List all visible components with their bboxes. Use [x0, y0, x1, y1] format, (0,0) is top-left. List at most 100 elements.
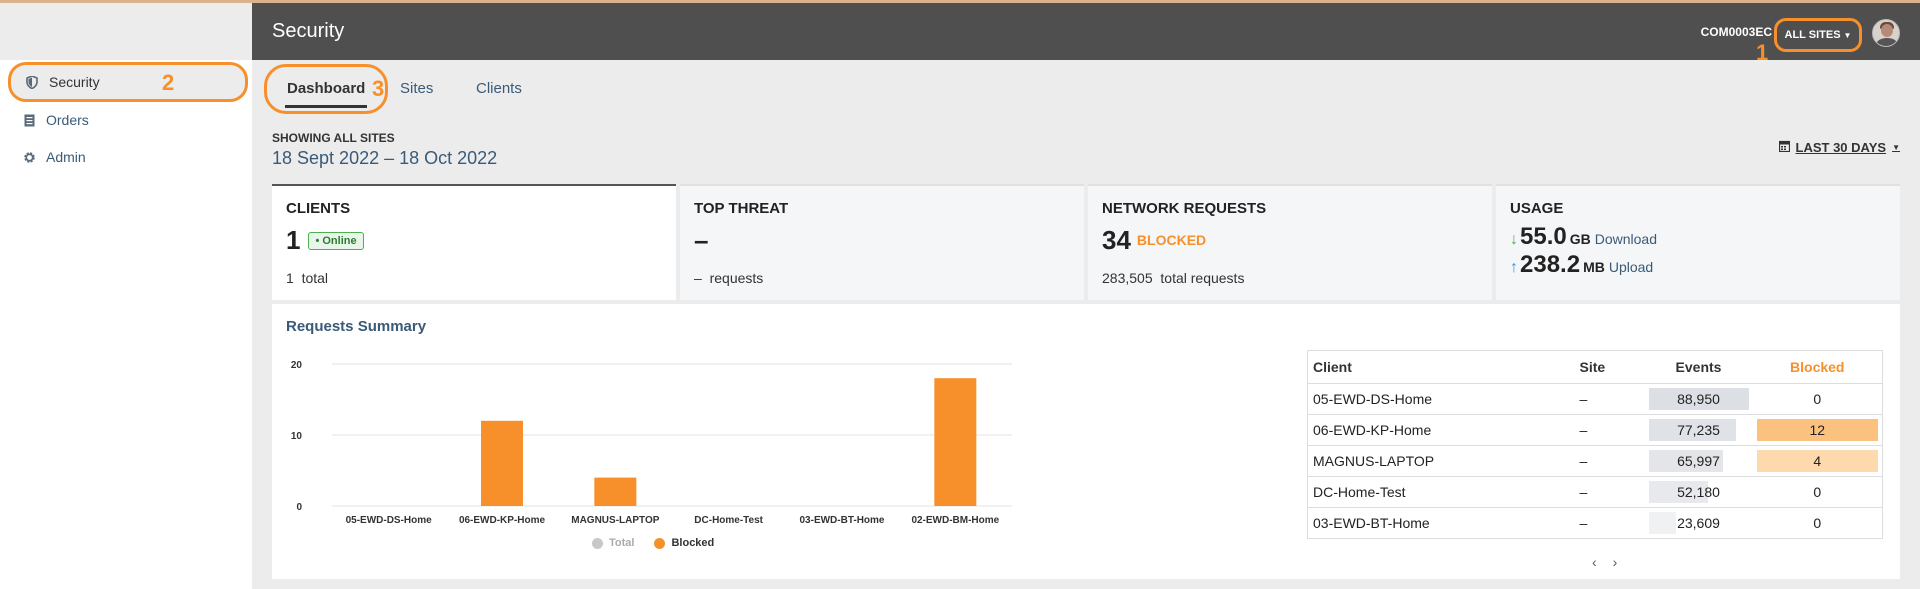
cell-blocked: 0 — [1752, 476, 1883, 508]
column-header-blocked[interactable]: Blocked — [1752, 350, 1883, 384]
y-tick-label: 0 — [296, 502, 302, 513]
site-selector-label: ALL SITES — [1784, 29, 1841, 41]
upload-label: Upload — [1608, 259, 1654, 275]
cell-events: 88,950 — [1644, 383, 1753, 415]
card-sub: 283,505 total requests — [1102, 270, 1245, 286]
card-sub: – requests — [694, 270, 764, 286]
sidebar-item-orders[interactable]: Orders — [8, 100, 248, 140]
table-row[interactable]: 03-EWD-BT-Home –23,609 0 — [1307, 507, 1883, 539]
cell-blocked: 4 — [1752, 445, 1883, 477]
gear-icon — [22, 150, 36, 164]
column-header-site[interactable]: Site — [1574, 350, 1645, 384]
avatar[interactable] — [1872, 19, 1900, 47]
site-selector[interactable]: ALL SITES ▼ — [1774, 18, 1862, 52]
sidebar: Security Orders Admin — [0, 60, 252, 589]
bar-blocked — [481, 420, 523, 506]
chevron-right-icon[interactable]: › — [1613, 554, 1618, 570]
top-bar-main: Security COM0003EC ALL SITES ▼ — [252, 0, 1920, 60]
status-badge: • Online — [308, 232, 364, 250]
page-title: Security — [272, 20, 345, 42]
date-range: 18 Sept 2022 – 18 Oct 2022 — [272, 148, 498, 168]
list-icon — [22, 113, 36, 127]
top-threat-value: – — [694, 225, 709, 255]
caret-down-icon: ▼ — [1892, 143, 1900, 152]
table-row[interactable]: 06-EWD-KP-Home –77,235 12 — [1307, 414, 1883, 446]
summary-title: Requests Summary — [286, 318, 427, 335]
card-usage[interactable]: USAGE ↓ 55.0 GB Download ↑ 238.2 MB Uplo… — [1496, 184, 1900, 300]
x-tick-label: MAGNUS-LAPTOP — [571, 515, 659, 526]
card-title: NETWORK REQUESTS — [1102, 200, 1267, 217]
download-value: 55.0 — [1520, 223, 1567, 250]
x-tick-label: 05-EWD-DS-Home — [346, 515, 433, 526]
sidebar-item-label: Orders — [46, 112, 89, 128]
cell-client: DC-Home-Test — [1307, 476, 1575, 508]
upload-unit: MB — [1583, 259, 1605, 275]
sidebar-item-admin[interactable]: Admin — [8, 137, 248, 177]
card-title: USAGE — [1510, 200, 1564, 217]
x-tick-label: 02-EWD-BM-Home — [911, 515, 999, 526]
sidebar-item-security[interactable]: Security — [8, 62, 248, 102]
chart-legend: Total Blocked — [592, 537, 714, 549]
legend-item-total[interactable]: Total — [592, 537, 634, 549]
annotation-2: 2 — [162, 70, 175, 95]
table-header-row: Client Site Events Blocked — [1307, 350, 1883, 384]
caret-down-icon: ▼ — [1843, 31, 1852, 40]
legend-item-blocked[interactable]: Blocked — [654, 537, 714, 549]
x-tick-label: DC-Home-Test — [694, 515, 763, 526]
date-range-selector[interactable]: LAST 30 DAYS ▼ — [1778, 140, 1900, 155]
clients-count: 1 — [286, 225, 301, 255]
cell-events: 65,997 — [1644, 445, 1753, 477]
card-network-requests[interactable]: NETWORK REQUESTS 34 BLOCKED 283,505 total… — [1088, 184, 1492, 300]
pagination: ‹ › — [1592, 554, 1617, 570]
top-bar-left-spacer — [0, 0, 252, 60]
y-tick-label: 10 — [291, 431, 303, 442]
filter-showing-label: SHOWING ALL SITES — [272, 131, 395, 145]
column-header-events[interactable]: Events — [1644, 350, 1753, 384]
cell-blocked: 0 — [1752, 383, 1883, 415]
bar-blocked — [594, 477, 637, 506]
tab-clients[interactable]: Clients — [476, 64, 522, 114]
tab-dashboard[interactable]: Dashboard — [264, 64, 389, 114]
tab-sites[interactable]: Sites — [400, 64, 433, 114]
upload-value: 238.2 — [1520, 251, 1581, 278]
cell-events: 77,235 — [1644, 414, 1753, 446]
card-top-threat[interactable]: TOP THREAT – – requests — [680, 184, 1084, 300]
sidebar-item-label: Admin — [46, 149, 86, 165]
top-bar: Security COM0003EC ALL SITES ▼ — [0, 0, 1920, 60]
cell-client: 05-EWD-DS-Home — [1307, 383, 1575, 415]
annotation-3: 3 — [372, 76, 385, 101]
y-tick-label: 20 — [291, 360, 303, 371]
cell-site: – — [1574, 445, 1645, 477]
table-row[interactable]: MAGNUS-LAPTOP –65,997 4 — [1307, 445, 1883, 477]
shield-icon — [25, 75, 39, 89]
cell-client: 03-EWD-BT-Home — [1307, 507, 1575, 539]
clients-table: Client Site Events Blocked 05-EWD-DS-Hom… — [1307, 350, 1883, 539]
card-title: TOP THREAT — [694, 200, 789, 217]
table-row[interactable]: DC-Home-Test –52,180 0 — [1307, 476, 1883, 508]
card-title: CLIENTS — [286, 200, 351, 217]
date-range-selector-label: LAST 30 DAYS — [1795, 140, 1887, 155]
download-unit: GB — [1569, 231, 1591, 247]
card-clients[interactable]: CLIENTS 1 • Online 1 total — [272, 184, 676, 300]
cell-site: – — [1574, 414, 1645, 446]
download-label: Download — [1594, 231, 1657, 247]
company-name: COM0003EC — [1700, 25, 1772, 39]
cell-site: – — [1574, 507, 1645, 539]
requests-chart: 0 10 20 05-EWD-DS-Home 06-EWD-KP-Home MAGNUS-… — [291, 360, 1012, 526]
stat-cards: CLIENTS 1 • Online 1 total TOP THREAT – –… — [272, 184, 1900, 300]
bar-blocked — [934, 378, 977, 506]
cell-site: – — [1574, 383, 1645, 415]
cell-client: 06-EWD-KP-Home — [1307, 414, 1575, 446]
requests-summary-panel: Requests Summary 0 10 20 05-EWD-DS-Home 06-E… — [272, 304, 1900, 579]
blocked-label: BLOCKED — [1136, 232, 1207, 248]
calendar-icon — [1778, 140, 1790, 155]
chevron-left-icon[interactable]: ‹ — [1592, 554, 1597, 570]
cell-events: 23,609 — [1644, 507, 1753, 539]
arrow-down-icon: ↓ — [1510, 231, 1518, 248]
column-header-client[interactable]: Client — [1307, 350, 1575, 384]
cell-events: 52,180 — [1644, 476, 1753, 508]
arrow-up-icon: ↑ — [1510, 259, 1518, 276]
x-tick-label: 03-EWD-BT-Home — [799, 515, 884, 526]
table-row[interactable]: 05-EWD-DS-Home –88,950 0 — [1307, 383, 1883, 415]
cell-blocked: 0 — [1752, 507, 1883, 539]
